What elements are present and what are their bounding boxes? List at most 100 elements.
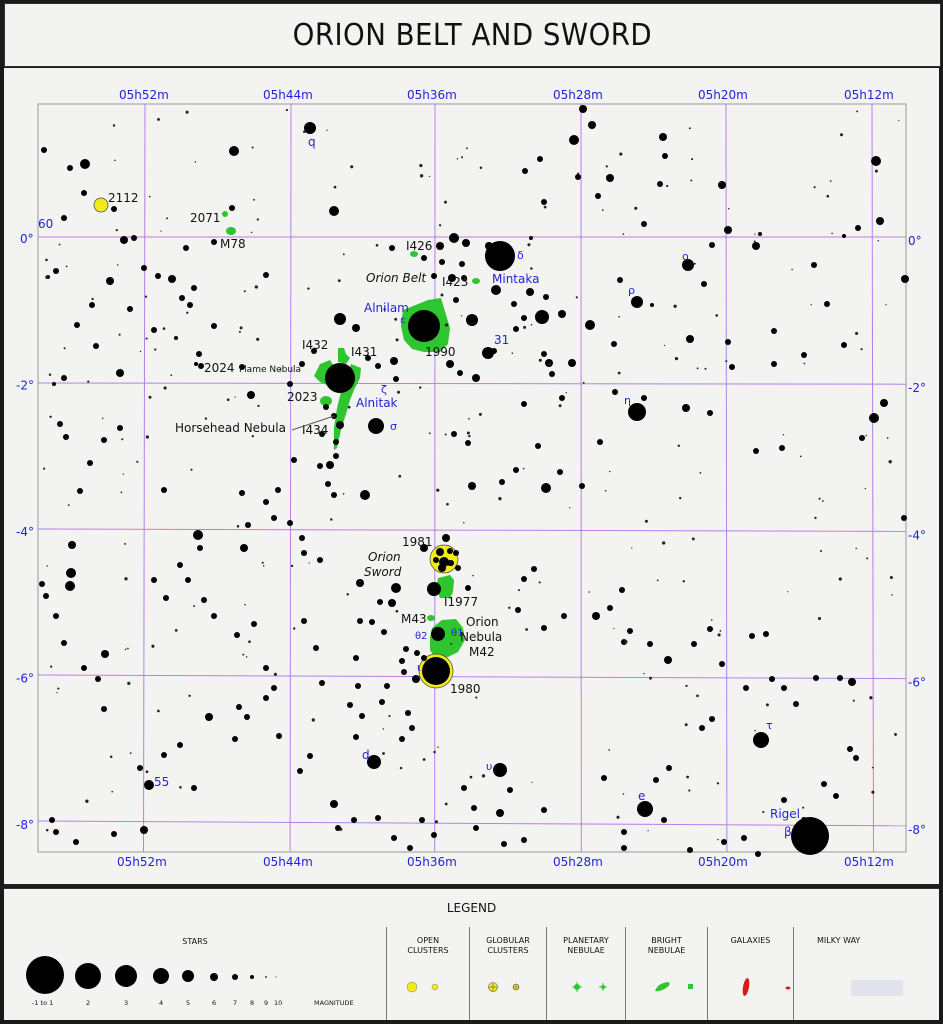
faint-star xyxy=(877,240,880,242)
faint-star xyxy=(144,295,148,298)
faint-star xyxy=(831,232,833,235)
faint-star xyxy=(437,746,439,748)
star xyxy=(541,807,547,813)
faint-star xyxy=(346,593,349,596)
star xyxy=(244,714,250,720)
faint-star xyxy=(242,653,245,656)
greek-label: σ xyxy=(390,420,397,433)
star xyxy=(43,593,49,599)
star xyxy=(647,641,653,647)
faint-star xyxy=(696,694,699,698)
faint-star xyxy=(478,412,482,416)
star xyxy=(462,239,470,247)
star xyxy=(579,105,587,113)
star xyxy=(601,775,607,781)
star xyxy=(111,206,117,212)
star xyxy=(755,851,761,857)
faint-star xyxy=(466,431,470,435)
star xyxy=(53,268,59,274)
faint-star xyxy=(395,609,399,613)
faint-star xyxy=(754,729,756,732)
faint-star xyxy=(891,594,893,596)
star xyxy=(271,515,277,521)
star xyxy=(333,439,339,445)
faint-star xyxy=(468,417,470,420)
star xyxy=(66,568,76,578)
faint-star xyxy=(434,820,438,824)
star xyxy=(393,376,399,382)
chart-frame xyxy=(37,103,907,853)
faint-star xyxy=(525,628,528,631)
ra-tick-label-bottom: 05h36m xyxy=(407,855,457,869)
faint-star xyxy=(619,152,623,156)
title-bar: ORION BELT AND SWORD xyxy=(4,3,941,67)
faint-star xyxy=(342,253,345,256)
star xyxy=(263,272,269,278)
orion-belt-label: Orion Belt xyxy=(366,271,427,285)
star xyxy=(442,534,450,542)
star xyxy=(234,632,240,638)
faint-star xyxy=(688,789,691,792)
faint-star xyxy=(679,496,682,500)
star xyxy=(247,391,255,399)
faint-star xyxy=(251,435,254,438)
star xyxy=(211,613,217,619)
dso-label-1990: 1990 xyxy=(425,345,456,359)
star xyxy=(229,146,239,156)
star xyxy=(453,297,459,303)
star xyxy=(769,676,775,682)
faint-star xyxy=(716,782,720,785)
star xyxy=(183,245,189,251)
faint-star xyxy=(889,575,893,580)
faint-star xyxy=(311,718,315,722)
horsehead-nebula-label: Horsehead Nebula xyxy=(175,421,286,435)
star xyxy=(174,336,178,340)
faint-star xyxy=(605,165,608,168)
legend-bright-nebula-small xyxy=(688,984,693,989)
faint-star xyxy=(693,262,696,265)
star-name-alnitak: Alnitak xyxy=(356,396,398,410)
star xyxy=(357,618,363,624)
star xyxy=(597,439,603,445)
star xyxy=(869,413,879,423)
star xyxy=(57,421,63,427)
faint-star xyxy=(717,838,719,841)
faint-star xyxy=(163,386,167,390)
star xyxy=(466,314,478,326)
faint-star xyxy=(388,715,391,718)
star xyxy=(549,371,555,377)
legend-mag-label: -1 to 1 xyxy=(32,999,54,1007)
star xyxy=(187,302,193,308)
faint-star xyxy=(382,752,385,755)
faint-star xyxy=(139,350,142,353)
star xyxy=(388,599,396,607)
faint-star xyxy=(684,723,688,727)
star xyxy=(197,545,203,551)
faint-star xyxy=(643,672,645,675)
star xyxy=(245,522,251,528)
star xyxy=(779,445,785,451)
dso-label-i1977: I1977 xyxy=(444,595,478,609)
star xyxy=(686,335,694,343)
star xyxy=(721,839,727,845)
star xyxy=(541,625,547,631)
legend-mag-label: 10 xyxy=(274,999,283,1007)
faint-star xyxy=(446,502,449,506)
star xyxy=(541,351,547,357)
faint-star xyxy=(186,311,189,314)
faint-star xyxy=(440,293,444,297)
faint-star xyxy=(682,580,686,583)
legend-stars: STARS -1 to 1 2 3 4 5 6 7 8 9 10 MAGNITU… xyxy=(4,927,387,1020)
nebula-i423 xyxy=(472,278,480,284)
legend-open-clusters: OPEN CLUSTERS xyxy=(387,927,470,1020)
star xyxy=(701,281,707,287)
star xyxy=(771,361,777,367)
faint-star xyxy=(326,129,328,131)
star xyxy=(391,835,397,841)
star xyxy=(177,562,183,568)
star xyxy=(271,685,277,691)
star xyxy=(558,310,566,318)
star xyxy=(682,404,690,412)
faint-star xyxy=(148,395,152,399)
faint-star xyxy=(250,231,253,234)
